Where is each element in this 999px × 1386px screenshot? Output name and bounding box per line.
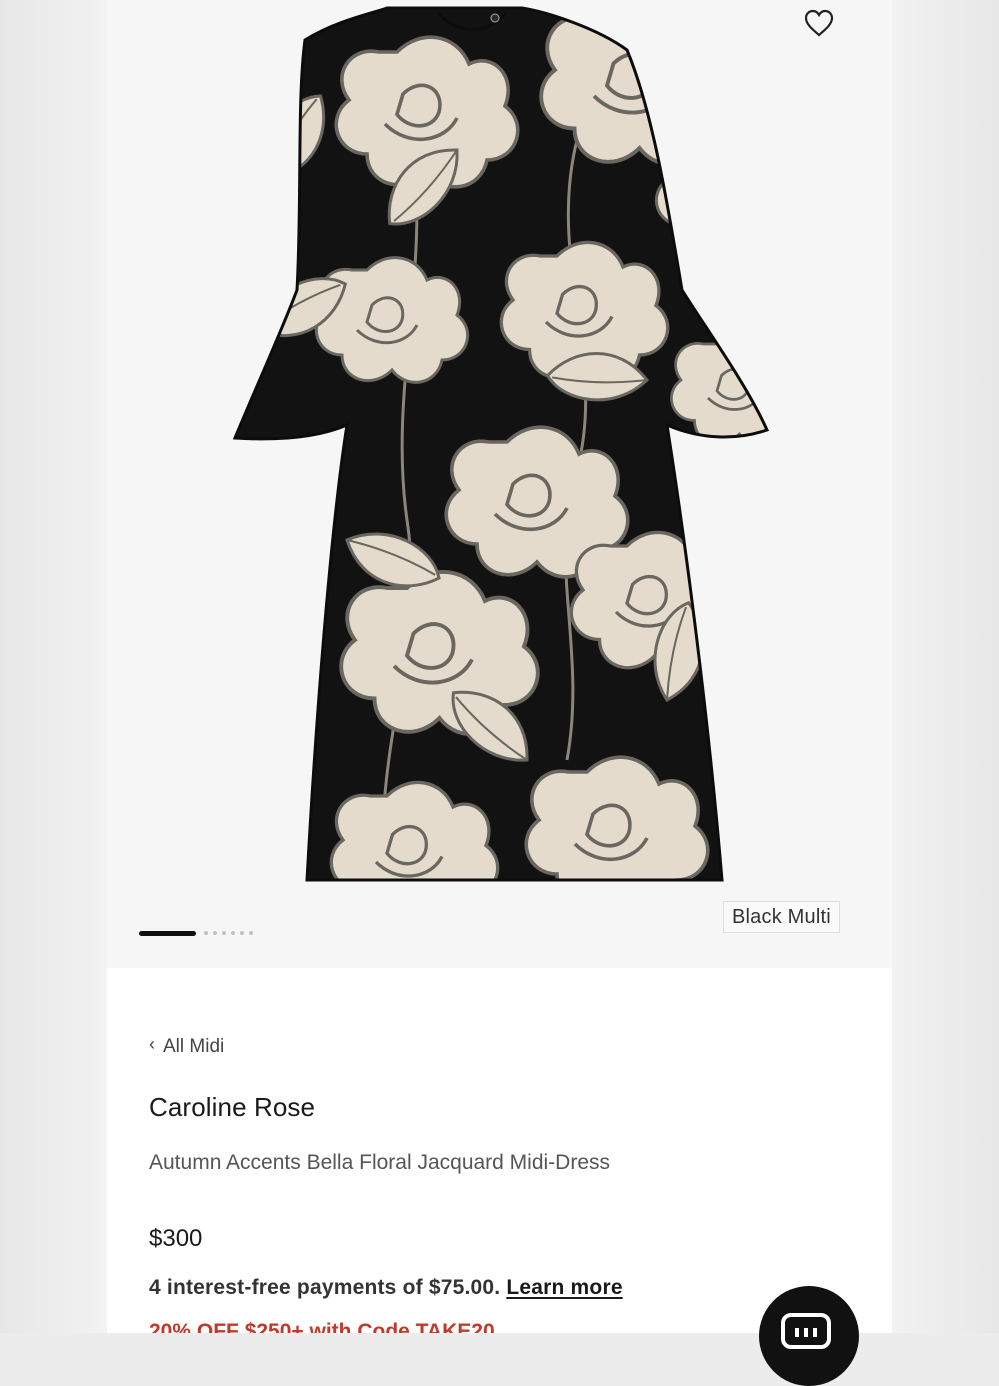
product-image[interactable] (107, 0, 892, 900)
gallery-dot[interactable] (213, 931, 217, 935)
dress-pattern (235, 8, 767, 880)
gallery-dot[interactable] (231, 931, 235, 935)
breadcrumb-label: All Midi (163, 1036, 225, 1057)
installments-text: 4 interest-free payments of $75.00. (149, 1276, 501, 1299)
heart-icon (804, 9, 834, 37)
breadcrumb[interactable]: ‹ All Midi (149, 1033, 225, 1058)
gallery-dot[interactable] (249, 931, 253, 935)
installments-info: 4 interest-free payments of $75.00. Learn… (149, 1276, 623, 1300)
promo-text: 20% OFF $250+ with Code TAKE20 (149, 1320, 495, 1333)
chat-button[interactable] (759, 1286, 859, 1386)
chat-icon (781, 1313, 831, 1349)
gallery-dot[interactable] (240, 931, 244, 935)
product-page: Black Multi ‹ All Midi Caroline Rose Aut… (107, 0, 892, 1333)
page-background-right (891, 0, 999, 1333)
learn-more-link[interactable]: Learn more (506, 1276, 622, 1299)
gallery-dot[interactable] (204, 931, 208, 935)
gallery-dot-active[interactable] (139, 930, 196, 936)
brand-name[interactable]: Caroline Rose (149, 1092, 315, 1123)
product-title: Autumn Accents Bella Floral Jacquard Mid… (149, 1151, 611, 1174)
wishlist-button[interactable] (797, 6, 841, 40)
product-info: ‹ All Midi Caroline Rose Autumn Accents … (107, 968, 892, 1333)
gallery-dot[interactable] (222, 931, 226, 935)
color-label: Black Multi (723, 901, 840, 933)
chevron-left-icon: ‹ (149, 1033, 155, 1054)
gallery-pagination[interactable] (139, 928, 253, 938)
product-gallery[interactable]: Black Multi (107, 0, 892, 968)
product-price: $300 (149, 1225, 203, 1252)
page-background-left (0, 0, 107, 1333)
